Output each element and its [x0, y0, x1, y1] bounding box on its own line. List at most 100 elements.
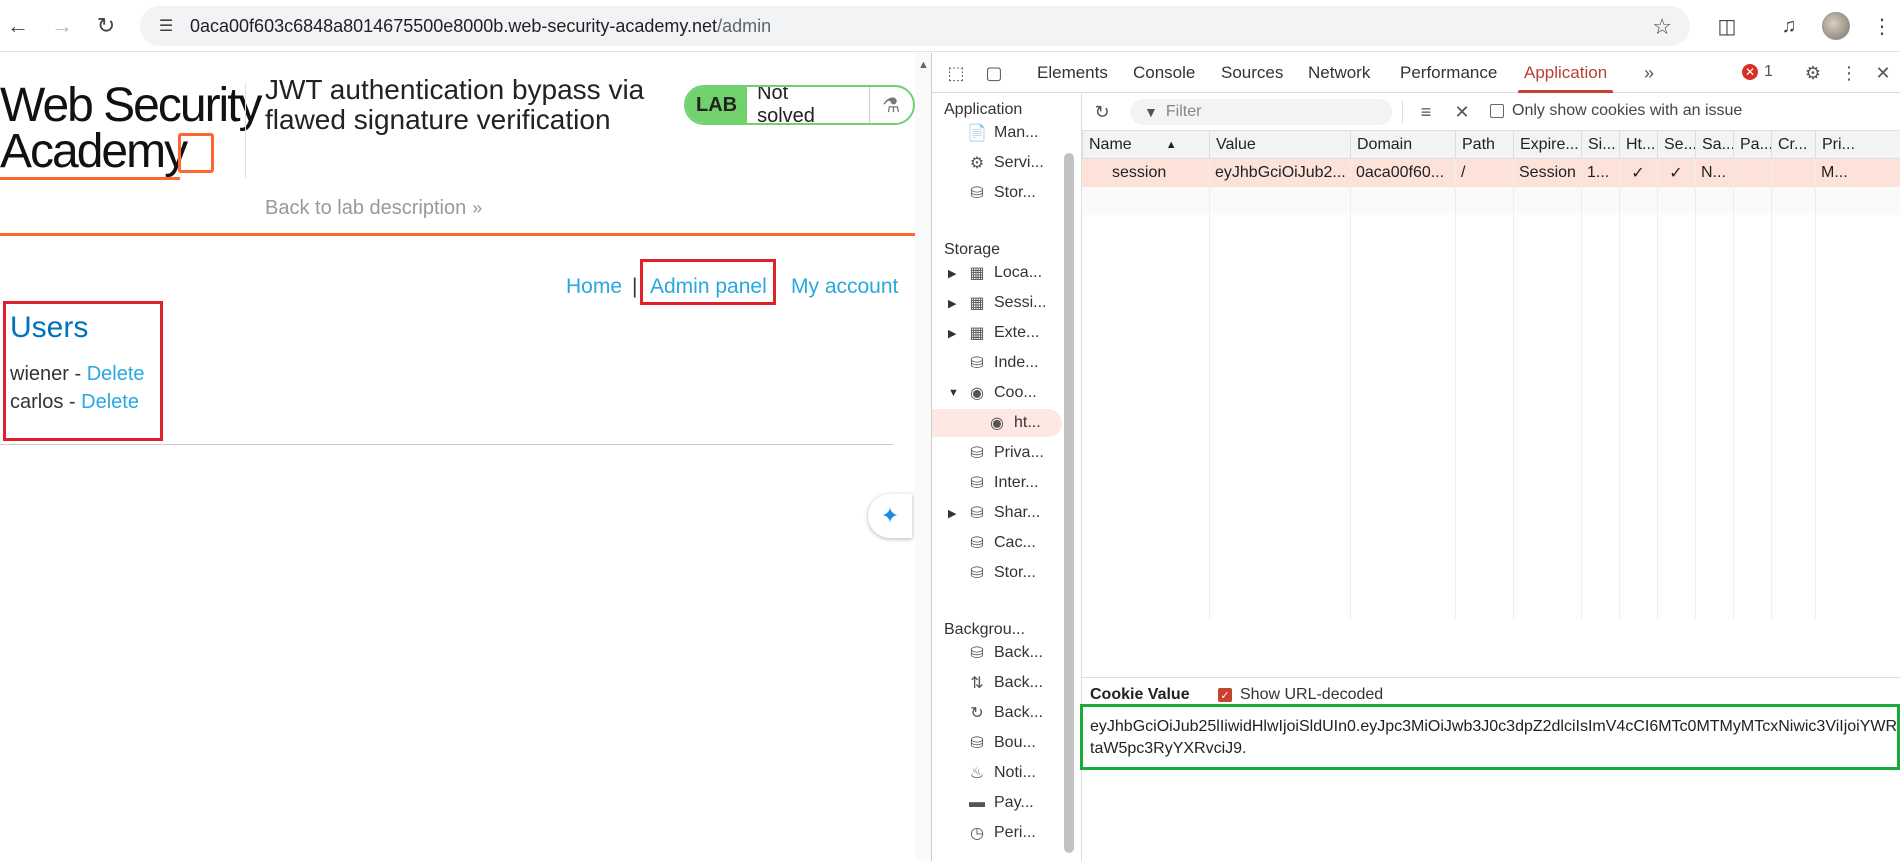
toolbar-divider	[1402, 101, 1403, 123]
column-header-secure[interactable]: Se...	[1657, 131, 1695, 159]
collapse-triangle-icon[interactable]: ▼	[948, 387, 962, 399]
sidebar-item-back-forward-cache[interactable]: ⛁ Back...	[932, 639, 1062, 667]
close-devtools-icon[interactable]: ✕	[1869, 59, 1897, 87]
tab-network[interactable]: Network	[1308, 53, 1370, 93]
column-header-value[interactable]: Value	[1209, 131, 1350, 159]
nav-home-link[interactable]: Home	[566, 275, 622, 299]
column-header-httponly[interactable]: Ht...	[1619, 131, 1657, 159]
column-header-samesite[interactable]: Sa...	[1695, 131, 1733, 159]
tab-performance[interactable]: Performance	[1400, 53, 1497, 93]
document-icon: 📄	[967, 125, 987, 142]
column-header-size[interactable]: Si...	[1581, 131, 1619, 159]
sidebar-item-storage[interactable]: ⛁ Stor...	[932, 179, 1062, 207]
sidebar-item-payment-handler[interactable]: ▬ Pay...	[932, 789, 1062, 817]
sidebar-item-shared-storage[interactable]: ▶ ⛁ Shar...	[932, 499, 1062, 527]
sidebar-item-periodic-sync[interactable]: ◷ Peri...	[932, 819, 1062, 847]
refresh-icon[interactable]: ↻	[1088, 98, 1116, 126]
sidebar-item-service-workers[interactable]: ⚙ Servi...	[932, 149, 1062, 177]
sidebar-item-bounce-tracking[interactable]: ⛁ Bou...	[932, 729, 1062, 757]
column-header-expires[interactable]: Expire...	[1513, 131, 1581, 159]
cell-expires[interactable]: Session	[1513, 159, 1581, 187]
settings-gear-icon[interactable]: ⚙	[1799, 59, 1827, 87]
checkbox-checked[interactable]: ✓	[1218, 688, 1232, 702]
back-icon[interactable]: ←	[2, 10, 34, 42]
expand-triangle-icon[interactable]: ▶	[948, 267, 962, 280]
cell-path[interactable]: /	[1455, 159, 1513, 187]
cell-size[interactable]: 1...	[1581, 159, 1619, 187]
sidebar-item-private-state-tokens[interactable]: ⛁ Priva...	[932, 439, 1062, 467]
sidebar-item-indexeddb[interactable]: ⛁ Inde...	[932, 349, 1062, 377]
table-row-empty	[1082, 187, 1900, 215]
sidebar-item-session-storage[interactable]: ▶ ▦ Sessi...	[932, 289, 1062, 317]
expand-triangle-icon[interactable]: ▶	[948, 327, 962, 340]
tab-sources[interactable]: Sources	[1221, 53, 1283, 93]
sidebar-item-extension-storage[interactable]: ▶ ▦ Exte...	[932, 319, 1062, 347]
sidebar-item-background-sync[interactable]: ↻ Back...	[932, 699, 1062, 727]
tab-application[interactable]: Application	[1517, 53, 1614, 93]
sidebar-item-storage-buckets[interactable]: ⛁ Stor...	[932, 559, 1062, 587]
database-icon: ⛁	[970, 185, 984, 202]
column-header-priority[interactable]: Pri...	[1815, 131, 1900, 159]
cell-httponly[interactable]: ✓	[1619, 159, 1657, 187]
delete-selected-cookie-icon[interactable]: ✕	[1448, 98, 1476, 126]
bookmark-star-icon[interactable]: ☆	[1652, 14, 1672, 40]
cell-partition-key[interactable]	[1733, 159, 1771, 187]
site-settings-icon[interactable]: ☰	[152, 12, 180, 40]
lab-status: Not solved	[747, 87, 870, 123]
cell-cross-site[interactable]	[1771, 159, 1815, 187]
page-scrollbar[interactable]: ▲	[915, 53, 931, 861]
menu-kebab-icon[interactable]: ⋮	[1866, 10, 1898, 42]
scroll-up-icon[interactable]: ▲	[918, 59, 929, 71]
column-header-domain[interactable]: Domain	[1350, 131, 1455, 159]
only-issues-checkbox[interactable]: Only show cookies with an issue	[1490, 102, 1742, 120]
device-toolbar-icon[interactable]: ▢	[980, 59, 1008, 87]
error-count-badge[interactable]: ✕ 1	[1742, 63, 1773, 81]
inspect-element-icon[interactable]: ⬚	[942, 59, 970, 87]
checkbox-unchecked[interactable]	[1490, 104, 1504, 118]
sidebar-group-storage: Storage	[944, 241, 1001, 258]
cell-samesite[interactable]: N...	[1695, 159, 1733, 187]
sidebar-item-interest-groups[interactable]: ⛁ Inter...	[932, 469, 1062, 497]
sidebar-item-notifications[interactable]: ♨ Noti...	[932, 759, 1062, 787]
sidebar-item-local-storage[interactable]: ▶ ▦ Loca...	[932, 259, 1062, 287]
sidebar-scrollbar[interactable]	[1064, 153, 1074, 853]
cell-priority[interactable]: M...	[1815, 159, 1900, 187]
sidebar-item-cookie-origin[interactable]: ◉ ht...	[932, 409, 1062, 437]
lab-label: LAB	[686, 87, 748, 123]
profile-avatar[interactable]	[1822, 12, 1850, 40]
cell-secure[interactable]: ✓	[1657, 159, 1695, 187]
sidebar-item-manifest[interactable]: 📄 Man...	[932, 119, 1062, 147]
database-icon: ⛁	[970, 735, 984, 752]
sidebar-item-cookies[interactable]: ▼ ◉ Coo...	[932, 379, 1062, 407]
filter-funnel-icon: ▼	[1144, 104, 1158, 120]
tab-console[interactable]: Console	[1133, 53, 1195, 93]
reload-icon[interactable]: ↻	[90, 10, 122, 42]
clear-filtered-cookies-icon[interactable]: ≡	[1412, 98, 1440, 126]
show-url-decoded-checkbox[interactable]: ✓ Show URL-decoded	[1218, 686, 1383, 704]
column-header-name[interactable]: Name ▲	[1082, 131, 1209, 159]
cell-domain[interactable]: 0aca00f60...	[1350, 159, 1455, 187]
sidebar-item-cache-storage[interactable]: ⛁ Cac...	[932, 529, 1062, 557]
devtools-menu-icon[interactable]: ⋮	[1835, 59, 1863, 87]
forward-icon[interactable]: →	[46, 10, 78, 42]
expand-triangle-icon[interactable]: ▶	[948, 507, 962, 520]
cookie-value-highlight	[1080, 704, 1900, 770]
expand-triangle-icon[interactable]: ▶	[948, 297, 962, 310]
sidebar-item-background-fetch[interactable]: ⇅ Back...	[932, 669, 1062, 697]
column-header-path[interactable]: Path	[1455, 131, 1513, 159]
more-tabs-chevron-icon[interactable]: »	[1635, 59, 1663, 87]
cookie-filter-input[interactable]: ▼ Filter	[1130, 99, 1392, 125]
tab-elements[interactable]: Elements	[1037, 53, 1108, 93]
cell-value[interactable]: eyJhbGciOiJub2...	[1209, 159, 1350, 187]
assistant-sparkle-icon[interactable]: ✦	[868, 494, 912, 538]
address-bar[interactable]: ☰ 0aca00f603c6848a8014675500e8000b.web-s…	[140, 6, 1690, 46]
url-text[interactable]: 0aca00f603c6848a8014675500e8000b.web-sec…	[190, 16, 771, 37]
extensions-icon[interactable]: ◫	[1711, 10, 1743, 42]
column-header-cross-site[interactable]: Cr...	[1771, 131, 1815, 159]
back-to-lab-description-link[interactable]: Back to lab description»	[265, 197, 482, 220]
media-icon[interactable]: ♫	[1773, 10, 1805, 42]
column-header-partition-key[interactable]: Pa...	[1733, 131, 1771, 159]
cell-name[interactable]: session	[1106, 159, 1209, 187]
web-security-academy-logo[interactable]: Web Security Academy	[0, 82, 263, 183]
nav-my-account-link[interactable]: My account	[791, 275, 898, 299]
